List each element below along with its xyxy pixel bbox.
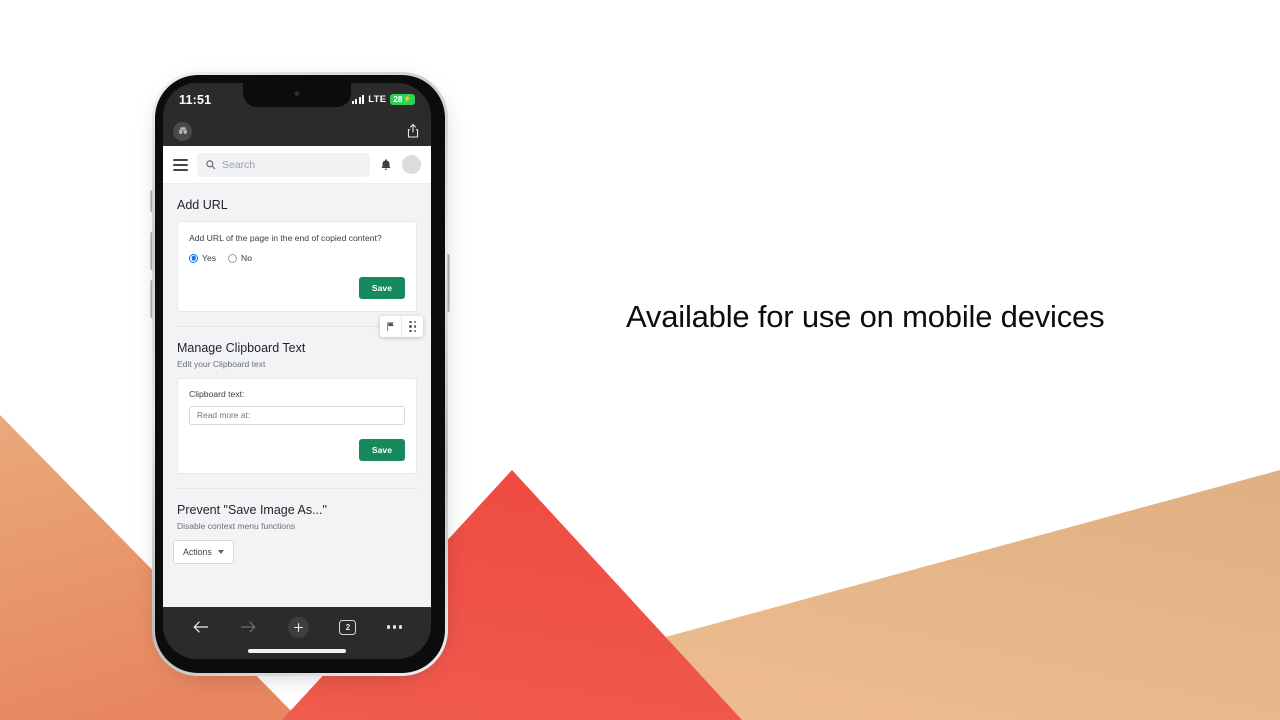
radio-yes-input[interactable] <box>189 253 198 263</box>
actions-dropdown-button[interactable]: Actions <box>173 539 234 564</box>
section-add-url: Add URL Add URL of the page in the end o… <box>163 198 431 313</box>
new-tab-button[interactable] <box>287 616 309 638</box>
section-title: Manage Clipboard Text <box>177 341 306 356</box>
section-subtitle: Disable context menu functions <box>177 520 296 531</box>
radio-yes-label: Yes <box>202 253 217 264</box>
volume-down-button[interactable] <box>150 280 153 318</box>
add-url-card: Add URL of the page in the end of copied… <box>177 221 417 313</box>
incognito-icon[interactable] <box>173 121 192 141</box>
phone-mockup: 11:51 LTE 28 ⚡ Search Add URL Add URL of… <box>150 72 450 676</box>
hamburger-menu-icon[interactable] <box>173 158 188 171</box>
radio-no-input[interactable] <box>228 253 238 263</box>
home-indicator[interactable] <box>248 649 346 653</box>
back-button[interactable] <box>192 620 209 634</box>
lightning-bolt-icon: ⚡ <box>403 96 412 103</box>
section-title: Prevent "Save Image As..." <box>177 502 327 517</box>
add-url-actions: Save <box>189 277 405 300</box>
drag-grid-icon[interactable] <box>402 316 423 337</box>
actions-dropdown-label: Actions <box>183 546 212 557</box>
section-prevent-save-image: Prevent "Save Image As..." Disable conte… <box>163 503 431 531</box>
settings-content: Add URL Add URL of the page in the end o… <box>163 198 431 564</box>
tab-switcher-button[interactable]: 2 <box>339 619 357 635</box>
network-label: LTE <box>368 94 387 105</box>
add-url-question: Add URL of the page in the end of copied… <box>189 233 382 243</box>
search-input[interactable]: Search <box>197 152 370 177</box>
search-icon <box>206 160 216 170</box>
power-button[interactable] <box>447 254 450 312</box>
volume-up-button[interactable] <box>150 232 153 270</box>
notification-bell-icon[interactable] <box>379 157 393 173</box>
plus-icon <box>287 616 309 638</box>
search-placeholder: Search <box>222 158 256 171</box>
home-indicator-area <box>163 647 431 659</box>
ellipsis-icon <box>387 625 402 629</box>
actions-row: Actions <box>163 539 431 564</box>
share-icon[interactable] <box>405 122 421 140</box>
page-title: Available for use on mobile devices <box>626 299 1105 334</box>
web-page-viewport: Search Add URL Add URL of the page in th… <box>163 146 431 607</box>
silent-switch-button[interactable] <box>150 190 153 212</box>
browser-bottom-bar: 2 <box>163 607 431 647</box>
clipboard-save-button[interactable]: Save <box>358 438 405 461</box>
chevron-down-icon <box>217 549 224 554</box>
add-url-radio-group: Yes No <box>189 253 405 263</box>
radio-option-yes[interactable]: Yes <box>189 253 216 263</box>
battery-level-label: 28 <box>393 95 403 104</box>
flag-icon[interactable] <box>380 316 401 337</box>
clipboard-actions: Save <box>189 438 405 461</box>
phone-notch <box>243 83 351 107</box>
status-time: 11:51 <box>179 92 212 107</box>
status-indicators: LTE 28 ⚡ <box>351 94 415 105</box>
radio-no-label: No <box>241 253 253 264</box>
section-divider <box>177 487 417 489</box>
section-title: Add URL <box>177 198 228 212</box>
floating-feedback-widget[interactable] <box>380 316 423 337</box>
tab-count-label: 2 <box>339 619 357 635</box>
section-manage-clipboard: Manage Clipboard Text Edit your Clipboar… <box>163 341 431 474</box>
clipboard-card: Clipboard text: Save <box>177 378 417 474</box>
phone-screen: 11:51 LTE 28 ⚡ Search Add URL Add URL of… <box>163 83 431 659</box>
cellular-signal-icon <box>351 95 365 104</box>
user-avatar[interactable] <box>402 155 421 174</box>
app-header: Search <box>163 146 431 184</box>
slide-canvas: 11:51 LTE 28 ⚡ Search Add URL Add URL of… <box>0 0 1280 720</box>
battery-indicator: 28 ⚡ <box>390 94 415 105</box>
radio-option-no[interactable]: No <box>228 253 252 263</box>
section-subtitle: Edit your Clipboard text <box>177 359 266 370</box>
forward-button[interactable] <box>240 620 257 634</box>
clipboard-field-label: Clipboard text: <box>189 389 245 400</box>
clipboard-text-input[interactable] <box>189 405 405 425</box>
add-url-save-button[interactable]: Save <box>358 277 405 300</box>
front-camera-icon <box>294 91 300 96</box>
more-menu-button[interactable] <box>387 625 402 629</box>
browser-top-bar <box>163 116 431 146</box>
